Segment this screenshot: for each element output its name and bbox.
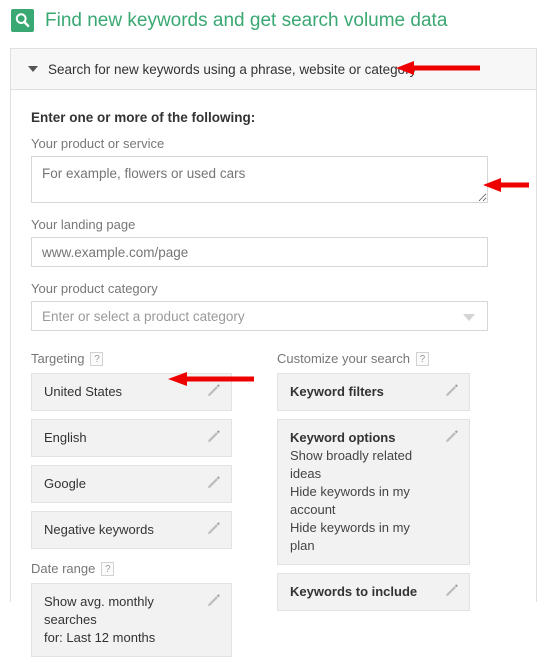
product-service-label: Your product or service	[31, 136, 165, 151]
landing-page-label: Your landing page	[31, 217, 136, 232]
customize-heading: Customize your search ?	[277, 351, 477, 366]
page-title: Find new keywords and get search volume …	[45, 10, 448, 31]
keyword-options-box[interactable]: Keyword options Show broadly related ide…	[277, 419, 470, 565]
targeting-item-label: United States	[44, 384, 123, 399]
date-range-heading-label: Date range	[31, 561, 96, 576]
search-panel: Search for new keywords using a phrase, …	[10, 48, 537, 657]
pencil-icon[interactable]	[445, 583, 459, 597]
targeting-item-negative-keywords[interactable]: Negative keywords	[31, 511, 232, 549]
keyword-options-line-2: Hide keywords in my account	[290, 484, 410, 517]
customize-heading-label: Customize your search	[277, 351, 410, 366]
targeting-item-location[interactable]: United States	[31, 373, 232, 411]
panel-body: Enter one or more of the following: Your…	[11, 90, 536, 665]
pencil-icon[interactable]	[207, 593, 221, 607]
targeting-column: Targeting ? United States English Google…	[31, 351, 245, 665]
page-header: Find new keywords and get search volume …	[0, 0, 546, 32]
help-question-icon[interactable]: ?	[415, 351, 429, 366]
keyword-filters-title: Keyword filters	[290, 384, 384, 399]
targeting-item-label: Negative keywords	[44, 522, 154, 537]
search-form: Enter one or more of the following: Your…	[11, 110, 536, 331]
keywords-to-include-box[interactable]: Keywords to include	[277, 573, 470, 611]
keyword-options-line-1: Show broadly related ideas	[290, 448, 413, 481]
product-category-label: Your product category	[31, 281, 158, 296]
targeting-item-language[interactable]: English	[31, 419, 232, 457]
pencil-icon[interactable]	[207, 521, 221, 535]
pencil-icon[interactable]	[445, 383, 459, 397]
product-category-select[interactable]: Enter or select a product category	[31, 301, 488, 331]
date-range-line1: Show avg. monthly searches	[44, 594, 154, 627]
date-range-line2: for: Last 12 months	[44, 630, 156, 645]
pencil-icon[interactable]	[445, 429, 459, 443]
keyword-options-line-3: Hide keywords in my plan	[290, 520, 410, 553]
keyword-planner-search-icon	[11, 9, 34, 32]
date-range-value[interactable]: Show avg. monthly searches for: Last 12 …	[31, 583, 232, 657]
help-question-icon[interactable]: ?	[90, 351, 104, 366]
customize-column: Customize your search ? Keyword filters …	[277, 351, 477, 665]
options-columns: Targeting ? United States English Google…	[11, 351, 536, 665]
panel-collapse-bar[interactable]: Search for new keywords using a phrase, …	[11, 49, 536, 90]
landing-page-input[interactable]	[31, 237, 488, 267]
targeting-heading-label: Targeting	[31, 351, 85, 366]
help-question-icon[interactable]: ?	[101, 561, 115, 576]
targeting-item-network[interactable]: Google	[31, 465, 232, 503]
product-service-input[interactable]	[31, 156, 488, 203]
pencil-icon[interactable]	[207, 383, 221, 397]
targeting-item-label: English	[44, 430, 87, 445]
form-lead-text: Enter one or more of the following:	[31, 110, 256, 125]
keyword-filters-box[interactable]: Keyword filters	[277, 373, 470, 411]
product-category-placeholder: Enter or select a product category	[42, 308, 245, 324]
date-range-heading: Date range ?	[31, 561, 245, 576]
caret-down-icon[interactable]	[463, 314, 475, 321]
chevron-down-icon[interactable]	[28, 66, 38, 72]
keyword-options-title: Keyword options	[290, 430, 396, 445]
panel-bar-label: Search for new keywords using a phrase, …	[48, 61, 417, 77]
pencil-icon[interactable]	[207, 429, 221, 443]
keywords-to-include-title: Keywords to include	[290, 584, 418, 599]
pencil-icon[interactable]	[207, 475, 221, 489]
targeting-item-label: Google	[44, 476, 86, 491]
targeting-heading: Targeting ?	[31, 351, 245, 366]
